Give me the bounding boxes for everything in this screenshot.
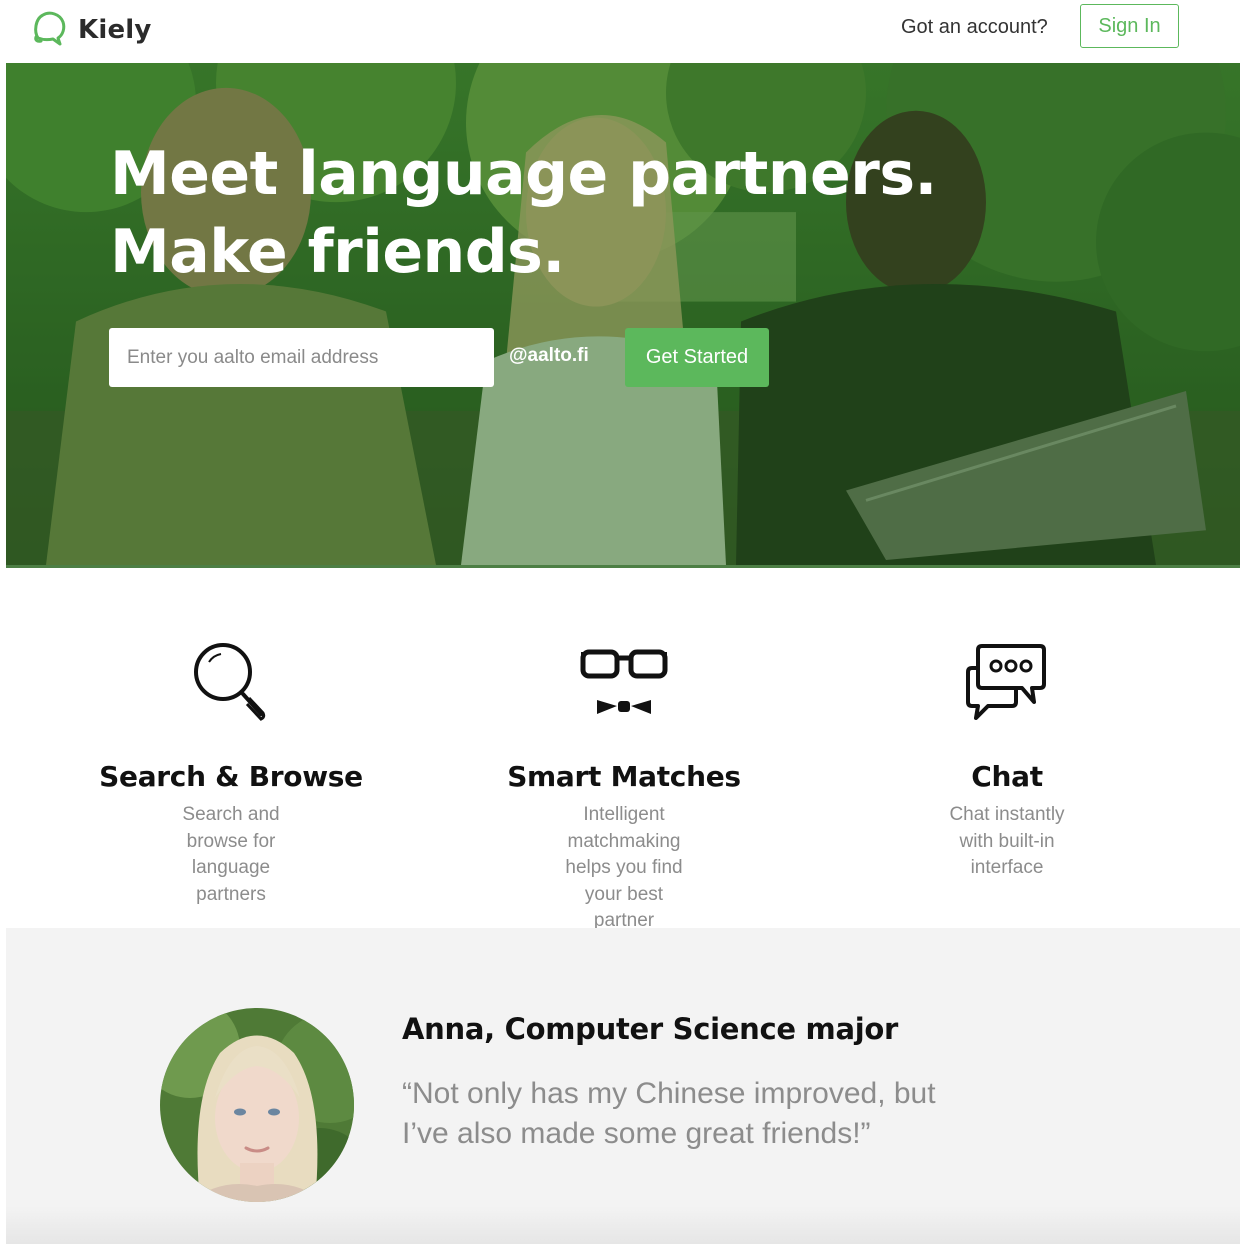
account-prompt: Got an account? — [901, 16, 1048, 38]
feature-desc-line2: language partners — [191, 857, 271, 905]
email-domain-suffix: @aalto.fi — [509, 345, 589, 366]
testimonial-portrait-photo — [160, 1008, 354, 1202]
feature-chat: Chat Chat instantly with built-in interf… — [857, 640, 1157, 878]
feature-desc-line1: Search and browse for — [182, 804, 280, 852]
hero-headline-line1: Meet language partners. — [110, 139, 937, 209]
hero-headline-line2: Make friends. — [110, 217, 565, 287]
testimonial-quote-line2: I’ve also made some great friends!” — [402, 1117, 871, 1150]
feature-description: Chat instantly with built-in interface — [949, 802, 1064, 882]
feature-description: Search and browse for language partners — [156, 802, 306, 908]
feature-desc-line1: Intelligent matchmaking — [567, 804, 681, 852]
feature-desc-line1: Chat instantly — [949, 804, 1065, 825]
testimonial-author: Anna, Computer Science major — [402, 1012, 899, 1046]
avatar — [160, 1008, 354, 1202]
hero-section: Meet language partners. Make friends. @a… — [6, 63, 1240, 568]
top-navigation: Kiely Got an account? Sign In — [0, 0, 1240, 63]
feature-search-browse: Search & Browse Search and browse for la… — [81, 640, 381, 905]
testimonial-quote-line1: “Not only has my Chinese improved, but — [402, 1077, 936, 1110]
feature-description: Intelligent matchmaking helps you find y… — [549, 802, 699, 935]
testimonial-quote: “Not only has my Chinese improved, but I… — [402, 1074, 1002, 1154]
feature-desc-line3: interface — [970, 857, 1044, 878]
feature-title: Search & Browse — [99, 760, 363, 793]
sign-in-button[interactable]: Sign In — [1080, 4, 1179, 48]
chat-bubbles-icon — [966, 644, 1046, 720]
get-started-button[interactable]: Get Started — [625, 328, 769, 387]
feature-title: Smart Matches — [507, 760, 741, 793]
hero-headline: Meet language partners. Make friends. — [110, 135, 937, 291]
feature-smart-matches: Smart Matches Intelligent matchmaking he… — [474, 640, 774, 931]
feature-desc-line2: with built-in — [959, 830, 1055, 852]
feature-title: Chat — [971, 760, 1043, 793]
testimonial-section: Anna, Computer Science major “Not only h… — [6, 928, 1240, 1244]
email-input[interactable] — [109, 328, 494, 387]
logo[interactable]: Kiely — [32, 10, 152, 46]
logo-text: Kiely — [78, 15, 152, 45]
feature-desc-line2: helps you find your best — [565, 857, 683, 905]
nerd-glasses-bowtie-icon — [580, 649, 668, 714]
logo-speech-bubble-icon — [34, 11, 66, 46]
magnifying-glass-icon — [194, 643, 266, 721]
